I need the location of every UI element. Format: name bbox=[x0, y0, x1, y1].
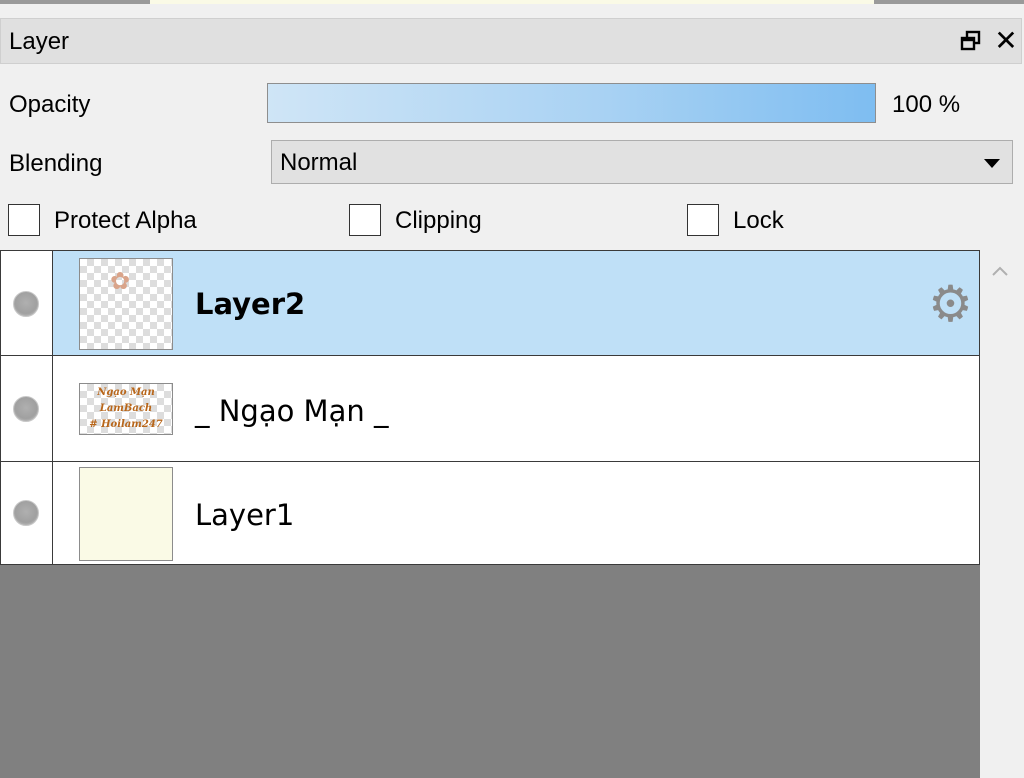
blending-value: Normal bbox=[280, 149, 358, 176]
scroll-up-icon[interactable] bbox=[990, 262, 1010, 280]
blending-label: Blending bbox=[9, 150, 103, 177]
clipping-option[interactable]: Clipping bbox=[349, 204, 509, 240]
visibility-toggle[interactable] bbox=[1, 251, 53, 355]
opacity-value: 100 % bbox=[892, 91, 961, 118]
lock-checkbox[interactable] bbox=[687, 204, 719, 236]
clipping-checkbox[interactable] bbox=[349, 204, 381, 236]
thumbnail-text: Ngạo Mạn LamBach # Hoilam247 bbox=[89, 387, 163, 430]
layer-name: Layer1 bbox=[195, 498, 295, 532]
panel-title: Layer bbox=[9, 28, 70, 55]
layer-name: Layer2 bbox=[195, 287, 306, 321]
layer-row-ngao-man[interactable]: Ngạo Mạn LamBach # Hoilam247 _ Ngạo Mạn … bbox=[0, 355, 980, 462]
canvas-strip bbox=[0, 0, 1024, 4]
visibility-dot-icon bbox=[13, 500, 39, 526]
lock-option[interactable]: Lock bbox=[687, 204, 807, 240]
protect-alpha-checkbox[interactable] bbox=[8, 204, 40, 236]
visibility-toggle[interactable] bbox=[1, 356, 53, 461]
visibility-dot-icon bbox=[13, 396, 39, 422]
panel-header: Layer ✕ bbox=[0, 18, 1022, 64]
float-window-icon[interactable] bbox=[959, 27, 985, 55]
opacity-label: Opacity bbox=[9, 91, 91, 118]
opacity-fill bbox=[268, 84, 875, 122]
layer-row-layer1[interactable]: Layer1 bbox=[0, 461, 980, 565]
gear-icon[interactable]: ⚙ bbox=[928, 279, 973, 329]
visibility-toggle[interactable] bbox=[1, 462, 53, 564]
layer-thumbnail bbox=[79, 467, 173, 561]
chevron-down-icon bbox=[984, 159, 1000, 168]
blending-dropdown[interactable]: Normal bbox=[271, 140, 1013, 184]
visibility-dot-icon bbox=[13, 291, 39, 317]
canvas-edge bbox=[150, 0, 874, 4]
layer-main: Layer1 bbox=[53, 462, 979, 564]
layer-name: _ Ngạo Mạn _ bbox=[195, 394, 389, 428]
clipping-label: Clipping bbox=[395, 207, 482, 234]
layer-row-layer2[interactable]: ✿ Layer2 ⚙ bbox=[0, 250, 980, 356]
layer-thumbnail: ✿ bbox=[79, 258, 173, 350]
sketch-icon: ✿ bbox=[110, 267, 131, 295]
layer-list-scrollbar[interactable] bbox=[980, 250, 1024, 778]
opacity-slider[interactable] bbox=[267, 83, 876, 123]
layer-thumbnail: Ngạo Mạn LamBach # Hoilam247 bbox=[79, 383, 173, 435]
lock-label: Lock bbox=[733, 207, 784, 234]
protect-alpha-label: Protect Alpha bbox=[54, 207, 197, 234]
layer-main: Ngạo Mạn LamBach # Hoilam247 _ Ngạo Mạn … bbox=[53, 356, 979, 461]
layer-main: ✿ Layer2 ⚙ bbox=[53, 251, 979, 355]
protect-alpha-option[interactable]: Protect Alpha bbox=[8, 204, 228, 240]
close-icon[interactable]: ✕ bbox=[993, 27, 1019, 55]
layer-list: ✿ Layer2 ⚙ Ngạo Mạn LamBach # Hoilam247 … bbox=[0, 250, 980, 778]
